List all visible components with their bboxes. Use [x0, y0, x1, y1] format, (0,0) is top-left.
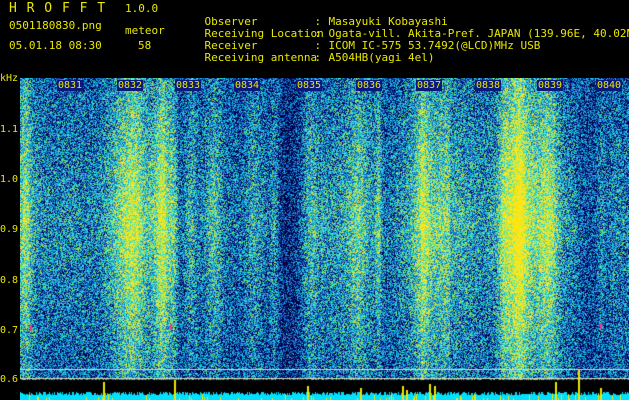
x-tick-label: 0834 [234, 80, 261, 91]
y-tick-label: 0.8 [0, 275, 19, 286]
x-tick-label: 0838 [475, 80, 502, 91]
spectrogram-canvas [20, 78, 629, 400]
x-tick-label: 0840 [596, 80, 623, 91]
header-datetime: 05.01.18 08:30 [9, 39, 102, 52]
header-filename: 0501180830.png [9, 19, 102, 32]
x-tick-label: 0835 [296, 80, 323, 91]
antenna-label: Receiving antenna [204, 51, 318, 64]
observer-row: Observer: Masayuki Kobayashi [178, 4, 629, 28]
x-tick-label: 0832 [117, 80, 144, 91]
antenna-sep: : [314, 51, 322, 64]
x-tick-label: 0839 [537, 80, 564, 91]
station-info: Observer: Masayuki Kobayashi Receiving Lo… [178, 4, 629, 64]
x-tick-label: 0837 [416, 80, 443, 91]
antenna-value: A504HB(yagi 4el) [328, 51, 435, 64]
y-tick-label: 1.0 [0, 174, 19, 185]
header-meteor-label: meteor [125, 24, 165, 37]
header-app-name: H R O F F T [9, 1, 107, 16]
y-unit-label: kHz [0, 73, 19, 84]
x-tick-label: 0836 [356, 80, 383, 91]
x-tick-label: 0833 [175, 80, 202, 91]
header-meteor-count: 58 [138, 39, 152, 52]
y-tick-label: 0.6 [0, 374, 19, 385]
y-tick-label: 0.9 [0, 224, 19, 235]
x-tick-label: 0831 [57, 80, 84, 91]
header-version: 1.0.0 [125, 2, 159, 15]
y-tick-label: 0.7 [0, 325, 19, 336]
y-tick-label: 1.1 [0, 124, 19, 135]
